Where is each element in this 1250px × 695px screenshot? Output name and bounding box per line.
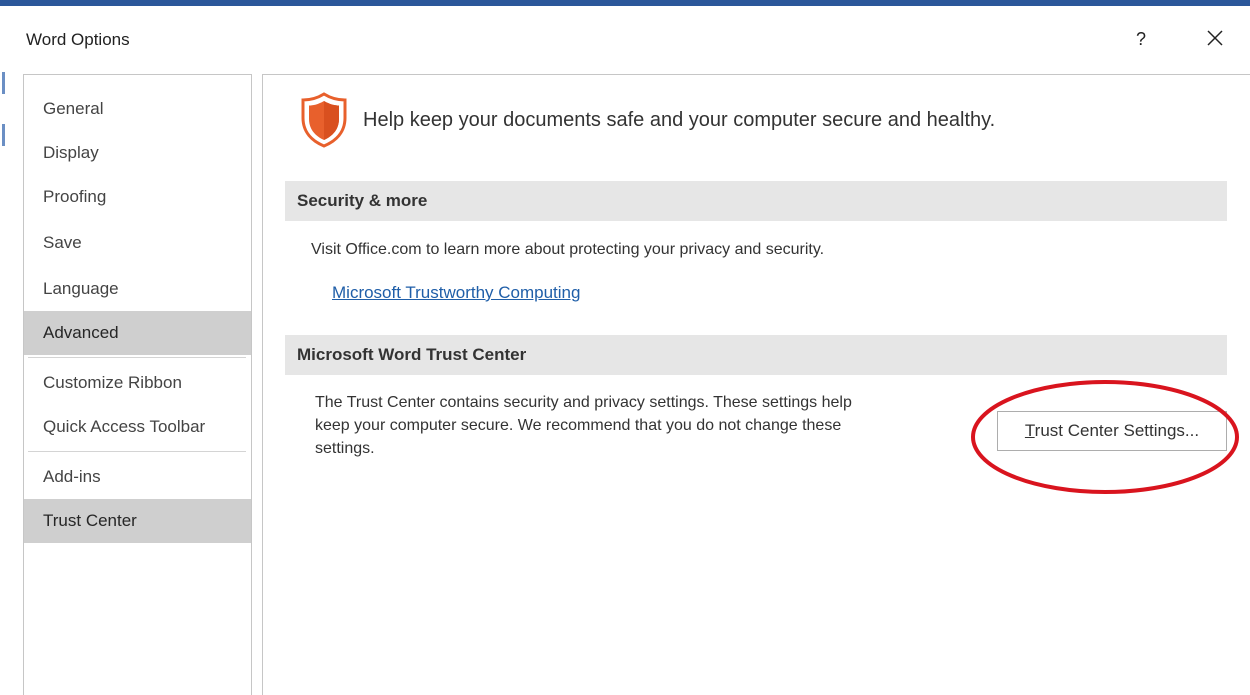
security-headline: Help keep your documents safe and your c… [363, 109, 996, 131]
close-button[interactable] [1198, 24, 1232, 54]
sidebar-item-language[interactable]: Language [24, 267, 251, 311]
shield-icon [301, 92, 347, 148]
title-bar: Word Options ? [12, 6, 1250, 70]
help-button[interactable]: ? [1124, 24, 1158, 54]
background-window-mark [2, 72, 5, 94]
button-mnemonic: T [1024, 421, 1035, 440]
description-line: The Trust Center contains security and p… [315, 394, 852, 411]
word-options-dialog: Word Options ? General Display Proofing … [12, 6, 1250, 695]
sidebar-item-proofing[interactable]: Proofing [24, 175, 251, 219]
close-icon [1207, 30, 1223, 46]
description-line: keep your computer secure. We recommend … [315, 417, 842, 434]
options-sidebar: General Display Proofing Save Language A… [23, 74, 252, 695]
trustworthy-computing-link[interactable]: Microsoft Trustworthy Computing [332, 283, 580, 303]
button-label: rust Center Settings... [1034, 421, 1200, 440]
sidebar-item-general[interactable]: General [24, 87, 251, 131]
section-header-security-more: Security & more [285, 181, 1227, 221]
sidebar-item-customize-ribbon[interactable]: Customize Ribbon [24, 361, 251, 405]
sidebar-separator [28, 357, 246, 358]
trust-center-settings-button[interactable]: Trust Center Settings... [997, 411, 1227, 451]
sidebar-item-trust-center[interactable]: Trust Center [24, 499, 251, 543]
dialog-title: Word Options [26, 30, 130, 49]
section-header-trust-center: Microsoft Word Trust Center [285, 335, 1227, 375]
security-description: Visit Office.com to learn more about pro… [311, 241, 825, 258]
trust-center-description: The Trust Center contains security and p… [315, 391, 995, 460]
sidebar-item-quick-access-toolbar[interactable]: Quick Access Toolbar [24, 405, 251, 449]
sidebar-separator [28, 451, 246, 452]
sidebar-item-advanced[interactable]: Advanced [24, 311, 251, 355]
description-line: settings. [315, 440, 375, 457]
sidebar-item-save[interactable]: Save [24, 221, 251, 265]
background-window-mark [2, 124, 5, 146]
trust-center-panel: Help keep your documents safe and your c… [262, 74, 1250, 695]
sidebar-item-display[interactable]: Display [24, 131, 251, 175]
sidebar-item-add-ins[interactable]: Add-ins [24, 455, 251, 499]
